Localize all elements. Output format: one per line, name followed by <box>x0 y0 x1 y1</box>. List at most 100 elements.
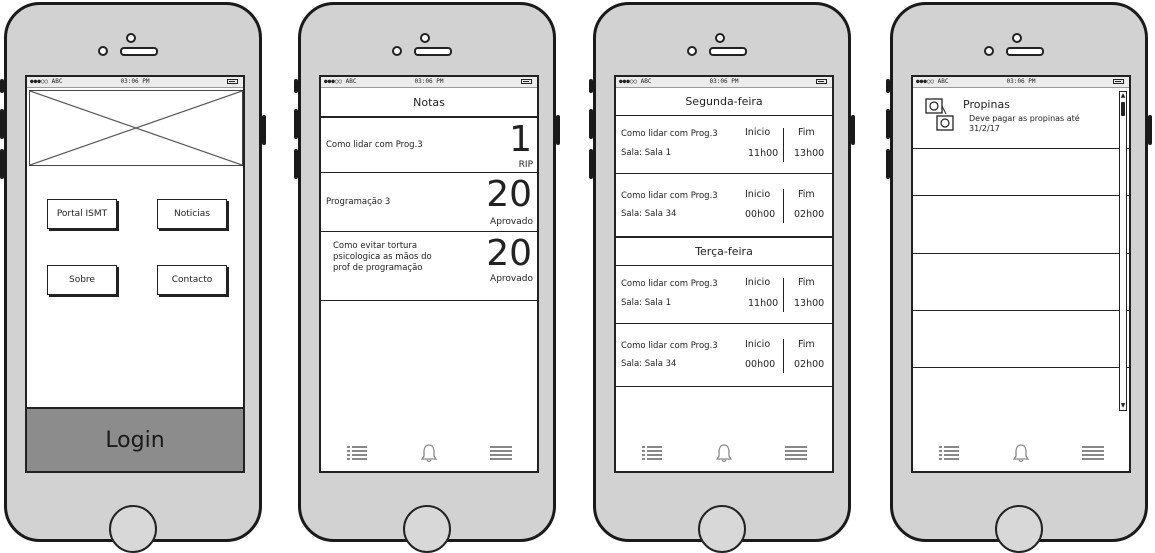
carrier-label: ●●●○○ ABC <box>619 78 652 85</box>
payment-icon <box>925 98 955 132</box>
room-label: Sala: Sala 1 <box>621 298 672 308</box>
grade-status: Aprovado <box>490 217 533 227</box>
room-label: Sala: Sala 1 <box>621 148 672 158</box>
carrier-label: ●●●○○ ABC <box>30 78 63 85</box>
tab-bar <box>616 435 832 471</box>
end-time: 02h00 <box>794 209 825 220</box>
course-name: Como lidar com Prog.3 <box>621 341 718 351</box>
bell-icon[interactable] <box>709 442 739 464</box>
course-name: Programação 3 <box>326 197 391 207</box>
earpiece <box>677 33 767 63</box>
portal-ismt-button[interactable]: Portal ISMT <box>47 199 117 229</box>
earpiece <box>974 33 1064 63</box>
list-icon[interactable] <box>934 442 964 464</box>
page-title: Notas <box>321 88 537 118</box>
bell-icon[interactable] <box>414 442 444 464</box>
battery-icon <box>521 79 532 84</box>
course-name: Como lidar com Prog.3 <box>326 140 423 150</box>
notification-item[interactable]: Propinas Deve pagar as propinas até 31/2… <box>913 88 1129 149</box>
class-row[interactable]: Como lidar com Prog.3 Sala: Sala 1 Inici… <box>616 266 832 324</box>
day-header: Segunda-feira <box>616 88 832 116</box>
start-label: Inicio <box>745 339 771 350</box>
status-time: 03:06 PM <box>1006 78 1036 85</box>
end-time: 13h00 <box>794 148 825 159</box>
start-time: 11h00 <box>748 148 779 159</box>
login-button[interactable]: Login <box>27 407 243 471</box>
start-time: 00h00 <box>745 359 776 370</box>
list-icon[interactable] <box>342 442 372 464</box>
scrollbar[interactable]: ▲ ▼ <box>1119 91 1127 411</box>
home-button[interactable] <box>698 505 746 553</box>
scroll-down-icon[interactable]: ▼ <box>1120 402 1126 410</box>
course-name: Como lidar com Prog.3 <box>621 129 718 139</box>
contacto-button[interactable]: Contacto <box>157 265 227 295</box>
battery-icon <box>227 79 238 84</box>
status-bar: ●●●○○ ABC 03:06 PM <box>616 77 832 88</box>
carrier-label: ●●●○○ ABC <box>324 78 357 85</box>
image-placeholder <box>29 90 243 166</box>
bell-icon[interactable] <box>1006 442 1036 464</box>
carrier-label: ●●●○○ ABC <box>916 78 949 85</box>
sobre-button[interactable]: Sobre <box>47 265 117 295</box>
status-bar: ●●●○○ ABC 03:06 PM <box>27 77 243 88</box>
notification-body: Deve pagar as propinas até 31/2/17 <box>969 114 1080 133</box>
start-label: Inicio <box>745 189 771 200</box>
start-time: 00h00 <box>745 209 776 220</box>
list-item[interactable] <box>913 254 1129 311</box>
status-time: 03:06 PM <box>120 78 150 85</box>
earpiece <box>88 33 178 63</box>
class-row[interactable]: Como lidar com Prog.3 Sala: Sala 34 Inic… <box>616 324 832 387</box>
menu-icon[interactable] <box>486 442 516 464</box>
list-item[interactable] <box>913 149 1129 196</box>
end-label: Fim <box>798 189 815 200</box>
grade-value: 20 <box>486 233 532 274</box>
scroll-up-icon[interactable]: ▲ <box>1120 92 1126 100</box>
class-row[interactable]: Como lidar com Prog.3 Sala: Sala 1 Inici… <box>616 116 832 174</box>
menu-icon[interactable] <box>1078 442 1108 464</box>
class-row[interactable]: Como lidar com Prog.3 Sala: Sala 34 Inic… <box>616 174 832 237</box>
grade-status: RIP <box>518 160 533 170</box>
course-name: Como lidar com Prog.3 <box>621 279 718 289</box>
status-time: 03:06 PM <box>414 78 444 85</box>
notification-title: Propinas <box>963 98 1010 111</box>
list-item[interactable] <box>913 311 1129 368</box>
end-time: 02h00 <box>794 359 825 370</box>
battery-icon <box>1113 79 1124 84</box>
list-icon[interactable] <box>637 442 667 464</box>
day-header: Terça-feira <box>616 237 832 266</box>
home-button[interactable] <box>109 505 157 553</box>
start-label: Inicio <box>745 127 771 138</box>
end-label: Fim <box>798 339 815 350</box>
home-button[interactable] <box>403 505 451 553</box>
status-bar: ●●●○○ ABC 03:06 PM <box>321 77 537 88</box>
list-item[interactable] <box>913 196 1129 254</box>
status-bar: ●●●○○ ABC 03:06 PM <box>913 77 1129 88</box>
home-button[interactable] <box>995 505 1043 553</box>
start-label: Inicio <box>745 277 771 288</box>
grade-value: 1 <box>509 119 532 160</box>
course-name: Como lidar com Prog.3 <box>621 191 718 201</box>
grade-status: Aprovado <box>490 274 533 284</box>
earpiece <box>382 33 472 63</box>
end-time: 13h00 <box>794 298 825 309</box>
phone-frame-grades: ●●●○○ ABC 03:06 PM Notas Como lidar com … <box>294 2 560 553</box>
grade-row[interactable]: Como evitar tortura psicologica as mãos … <box>321 232 537 301</box>
scroll-thumb[interactable] <box>1121 102 1125 116</box>
home-screen: ●●●○○ ABC 03:06 PM Portal ISMT Noticias … <box>25 75 245 473</box>
grade-row[interactable]: Programação 3 20 Aprovado <box>321 173 537 232</box>
tab-bar <box>321 435 537 471</box>
phone-frame-schedule: ●●●○○ ABC 03:06 PM Segunda-feira Como li… <box>589 2 855 553</box>
status-time: 03:06 PM <box>709 78 739 85</box>
course-name: Como evitar tortura psicologica as mãos … <box>333 241 432 273</box>
tab-bar <box>913 435 1129 471</box>
grade-value: 20 <box>486 174 532 215</box>
end-label: Fim <box>798 277 815 288</box>
grades-screen: ●●●○○ ABC 03:06 PM Notas Como lidar com … <box>319 75 539 473</box>
noticias-button[interactable]: Noticias <box>157 199 227 229</box>
phone-frame-notifications: ●●●○○ ABC 03:06 PM Propinas Deve pagar a… <box>886 2 1152 553</box>
room-label: Sala: Sala 34 <box>621 209 677 219</box>
phone-frame-home: ●●●○○ ABC 03:06 PM Portal ISMT Noticias … <box>0 2 266 553</box>
grade-row[interactable]: Como lidar com Prog.3 1 RIP <box>321 118 537 173</box>
menu-icon[interactable] <box>781 442 811 464</box>
end-label: Fim <box>798 127 815 138</box>
